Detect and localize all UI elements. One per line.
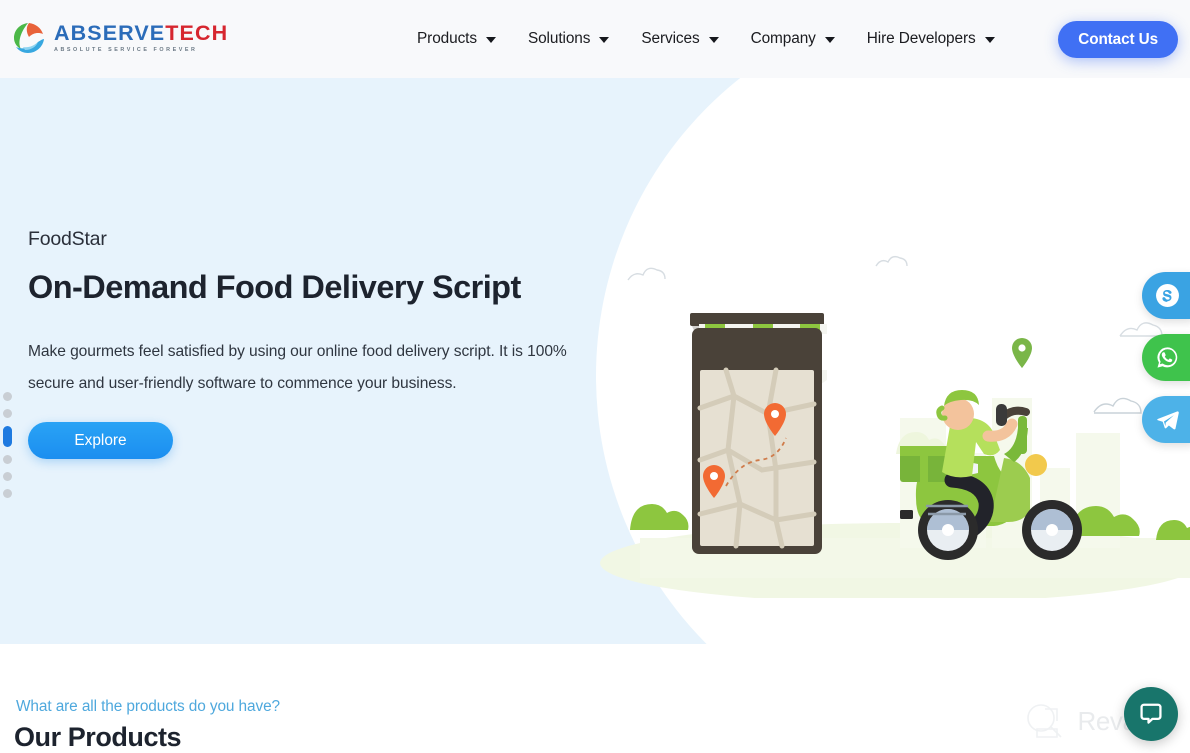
carousel-dot-1[interactable]: [3, 392, 12, 401]
carousel-dot-3-active[interactable]: [3, 426, 12, 447]
chevron-down-icon: [708, 37, 719, 43]
logo-word-secondary: TECH: [165, 20, 229, 45]
contact-us-button[interactable]: Contact Us: [1058, 21, 1178, 58]
hero-paragraph: Make gourmets feel satisfied by using ou…: [28, 343, 567, 392]
nav-label: Products: [417, 30, 477, 47]
telegram-icon: [1157, 411, 1179, 430]
carousel-dots: [3, 392, 12, 498]
nav-item-products[interactable]: Products: [412, 30, 512, 48]
chevron-down-icon: [824, 37, 835, 43]
nav-label: Services: [641, 30, 700, 47]
products-title: Our Products: [14, 722, 182, 752]
main-navigation: Products Solutions Services Company Hire…: [412, 0, 1011, 78]
social-contact-rail: [1142, 272, 1190, 443]
nav-item-hire-developers[interactable]: Hire Developers: [851, 30, 1011, 48]
logo-tagline: ABSOLUTE SERVICE FOREVER: [54, 47, 198, 54]
products-eyebrow: What are all the products do you have?: [16, 698, 280, 715]
chevron-down-icon: [599, 37, 610, 43]
social-link-skype[interactable]: [1142, 272, 1190, 319]
carousel-dot-5[interactable]: [3, 472, 12, 481]
logo-wordmark: ABSERVETECH: [54, 20, 229, 45]
social-link-telegram[interactable]: [1142, 396, 1190, 443]
hero-title: On-Demand Food Delivery Script: [28, 269, 521, 305]
logo-word-primary: ABSERVE: [54, 20, 166, 45]
carousel-dot-2[interactable]: [3, 409, 12, 418]
chevron-down-icon: [984, 37, 995, 43]
carousel-dot-6[interactable]: [3, 489, 12, 498]
nav-label: Hire Developers: [866, 30, 976, 47]
site-logo[interactable]: ABSERVETECH ABSOLUTE SERVICE FOREVER: [11, 20, 228, 56]
skype-icon: [1156, 284, 1179, 307]
products-section: What are all the products do you have? O…: [0, 644, 1190, 753]
explore-button[interactable]: Explore: [28, 422, 173, 459]
carousel-dot-4[interactable]: [3, 455, 12, 464]
nav-item-solutions[interactable]: Solutions: [512, 30, 625, 48]
hero-eyebrow: FoodStar: [28, 228, 107, 250]
hero-copy: FoodStar On-Demand Food Delivery Script …: [28, 228, 628, 459]
logo-mark-icon: [11, 20, 47, 56]
chat-bubble-icon: [1140, 703, 1162, 724]
nav-item-services[interactable]: Services: [625, 30, 734, 48]
nav-label: Solutions: [527, 30, 591, 47]
site-header: ABSERVETECH ABSOLUTE SERVICE FOREVER Pro…: [0, 0, 1190, 78]
hero-illustration: [600, 218, 1190, 603]
social-link-whatsapp[interactable]: [1142, 334, 1190, 381]
nav-label: Company: [750, 30, 816, 47]
nav-item-company[interactable]: Company: [735, 30, 851, 48]
whatsapp-icon: [1157, 347, 1178, 368]
hero-section: FoodStar On-Demand Food Delivery Script …: [0, 78, 1190, 644]
chat-widget-button[interactable]: [1124, 687, 1178, 741]
chevron-down-icon: [485, 37, 496, 43]
page-root: ABSERVETECH ABSOLUTE SERVICE FOREVER Pro…: [0, 0, 1190, 753]
